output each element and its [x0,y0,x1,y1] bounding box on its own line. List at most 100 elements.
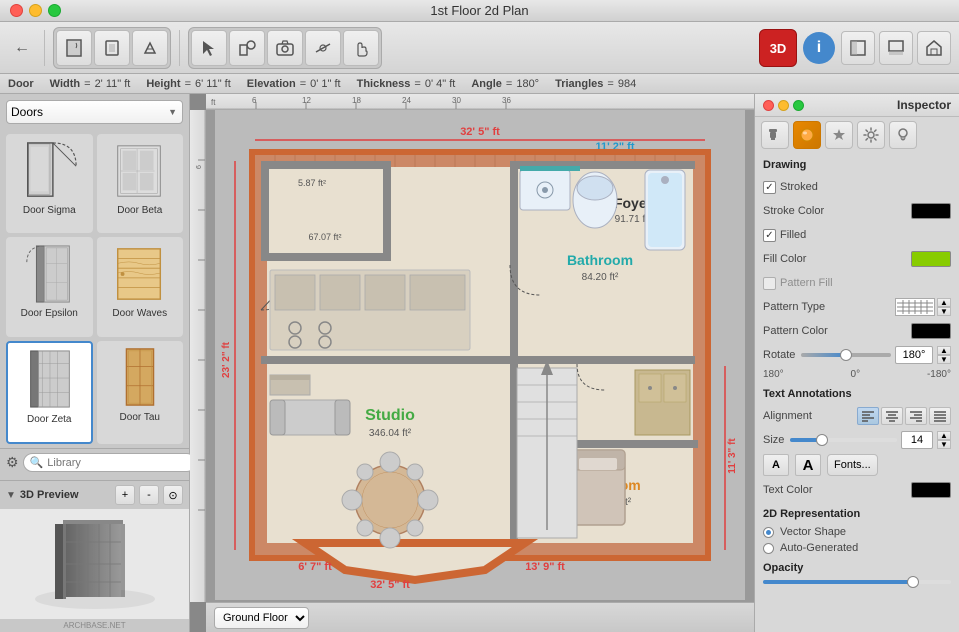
star-icon [831,127,847,143]
text-annotations-title: Text Annotations [763,388,951,400]
sidebar-item-door-epsilon[interactable]: Door Epsilon [6,237,93,336]
maximize-button[interactable] [48,4,61,17]
search-icon: 🔍 [30,456,44,469]
tab-star[interactable] [825,121,853,149]
vector-shape-radio[interactable] [763,527,774,538]
tab-bulb[interactable] [889,121,917,149]
tool-camera-btn[interactable] [267,30,303,66]
pattern-fill-checkbox-row: Pattern Fill [763,277,833,290]
size-down[interactable]: ▼ [937,440,951,449]
opacity-slider[interactable] [763,580,951,584]
tab-gear[interactable] [857,121,885,149]
stroke-color-swatch[interactable] [911,203,951,219]
window-btn-1[interactable] [841,31,875,65]
toolbar-separator-1 [44,30,45,66]
3d-view-button[interactable]: 3D [759,29,797,67]
inspector-tl-green[interactable] [793,100,804,111]
pattern-type-down[interactable]: ▼ [937,307,951,316]
sidebar-item-door-sigma[interactable]: Door Sigma [6,134,93,233]
rotate-stepper: ▲ ▼ [937,346,951,364]
stroked-checkbox[interactable] [763,181,776,194]
size-value-input[interactable] [901,431,933,449]
canvas-area[interactable]: ft 6 12 18 24 30 36 6 [190,94,754,632]
align-justify-button[interactable] [929,407,951,425]
drawing-section: Drawing Stroked Stroke Color [763,159,951,380]
fill-color-swatch[interactable] [911,251,951,267]
rotate-up[interactable]: ▲ [937,346,951,355]
pattern-type-up[interactable]: ▲ [937,298,951,307]
zoom-out-button[interactable]: - [139,485,159,505]
filled-checkbox[interactable] [763,229,776,242]
window-btn-2[interactable] [879,31,913,65]
category-dropdown[interactable]: Doors [6,100,183,124]
left-sidebar: Doors Door Sigma [0,94,190,632]
shape-tool-icon [236,37,258,59]
align-right-button[interactable] [905,407,927,425]
align-center-button[interactable] [881,407,903,425]
door-epsilon-preview [19,241,79,306]
pattern-type-swatch[interactable] [895,298,935,316]
rotate-value-input[interactable] [895,346,933,364]
window1-icon [849,39,867,57]
zoom-in-button[interactable]: + [115,485,135,505]
rotate-slider[interactable] [801,353,891,357]
tool-door-btn[interactable] [56,30,92,66]
stroked-row: Stroked [763,177,951,197]
inspector-header: Inspector [755,94,959,117]
category-select[interactable]: Doors [6,100,183,124]
tool-select-btn[interactable] [191,30,227,66]
rotate-slider-thumb[interactable] [840,349,852,361]
tool-shape-btn[interactable] [229,30,265,66]
svg-text:6: 6 [252,96,257,105]
text-size-label: Size [763,434,784,446]
sidebar-item-door-zeta[interactable]: Door Zeta [6,341,93,444]
info-button[interactable]: i [803,32,835,64]
tool-hand-btn[interactable] [343,30,379,66]
pattern-color-row: Pattern Color [763,321,951,341]
size-slider[interactable] [790,438,897,442]
sidebar-item-door-beta[interactable]: Door Beta [97,134,184,233]
rotate-down[interactable]: ▼ [937,355,951,364]
sidebar-item-door-tau[interactable]: Door Tau [97,341,184,444]
window2-icon [887,39,905,57]
font-large-button[interactable]: A [795,454,821,476]
preview-header[interactable]: ▼ 3D Preview + - ⊙ [0,481,189,509]
text-color-swatch[interactable] [911,482,951,498]
ruler-h-svg: ft 6 12 18 24 30 36 [206,94,754,110]
floor-select-wrap[interactable]: Ground Floor [214,607,309,629]
inspector-tl-yellow[interactable] [778,100,789,111]
minimize-button[interactable] [29,4,42,17]
pattern-color-swatch[interactable] [911,323,951,339]
svg-text:67.07 ft²: 67.07 ft² [308,232,341,242]
sidebar-item-door-waves[interactable]: Door Waves [97,237,184,336]
close-button[interactable] [10,4,23,17]
rotate-slider-container [801,353,891,357]
auto-generated-radio[interactable] [763,543,774,554]
tool-move-btn[interactable] [94,30,130,66]
tab-sphere[interactable] [793,121,821,149]
fonts-button[interactable]: Fonts... [827,454,878,476]
align-left-button[interactable] [857,407,879,425]
status-bar: Door Width = 2' 11" ft Height = 6' 11" f… [0,74,959,94]
tool-draw-btn[interactable] [132,30,168,66]
settings-button[interactable]: ⚙ [6,454,19,471]
zoom-reset-button[interactable]: ⊙ [163,485,183,505]
floor-select[interactable]: Ground Floor [214,607,309,629]
pattern-type-control[interactable]: ▲ ▼ [895,298,951,316]
search-bar[interactable]: 🔍 [23,453,197,472]
size-up[interactable]: ▲ [937,431,951,440]
fill-color-label: Fill Color [763,253,806,265]
canvas-inner[interactable]: 32' 5" ft 11' 2" ft [206,110,754,602]
font-small-button[interactable]: A [763,454,789,476]
tab-brush[interactable] [761,121,789,149]
opacity-slider-thumb[interactable] [907,576,919,588]
size-slider-thumb[interactable] [816,434,828,446]
back-button[interactable]: ← [8,34,36,62]
tool-measure-btn[interactable] [305,30,341,66]
pattern-fill-checkbox[interactable] [763,277,776,290]
size-stepper: ▲ ▼ [937,431,951,449]
svg-text:23' 2" ft: 23' 2" ft [221,341,232,378]
search-input[interactable] [47,457,189,469]
inspector-tl-red[interactable] [763,100,774,111]
home-button[interactable] [917,31,951,65]
